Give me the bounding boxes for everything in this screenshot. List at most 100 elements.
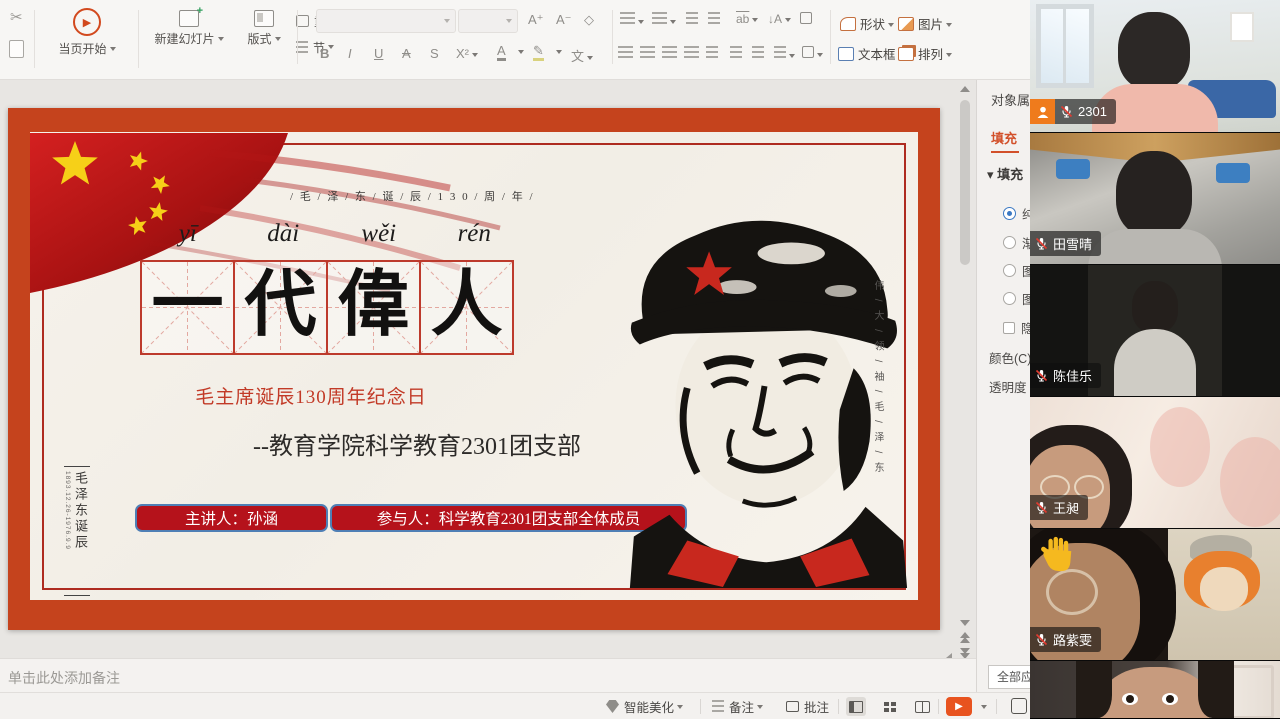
slide[interactable]: / 毛 / 泽 / 东 / 诞 / 辰 / 1 3 0 / 周 / 年 / yī… [8,108,940,630]
line-spacing-down-icon[interactable] [752,46,764,62]
layout-button[interactable]: 版式 [236,10,292,48]
font-color-button[interactable]: A [497,44,506,61]
smart-beautify-button[interactable]: 智能美化 [606,693,683,719]
italic-button[interactable]: I [348,46,352,61]
notes-icon [712,700,724,713]
picture-button[interactable]: 图片 [898,14,952,34]
notes-toggle-button[interactable]: 备注 [712,693,763,719]
align-right-icon[interactable] [662,46,677,62]
numbered-list-icon[interactable] [652,12,676,28]
scroll-up-icon[interactable] [960,86,970,92]
participant-face [1100,667,1210,718]
fill-tab[interactable]: 填充 [991,128,1017,147]
superscript-button[interactable]: X² [456,46,478,61]
slideshow-play-button[interactable]: ▶ [946,697,972,716]
grid-view-icon [884,702,896,712]
video-feed[interactable]: 王昶 [1030,397,1280,529]
right-vertical-caption: 伟 / 大 / 领 / 袖 / 毛 / 泽 / 东 [870,280,885,575]
slide-top-caption: / 毛 / 泽 / 东 / 诞 / 辰 / 1 3 0 / 周 / 年 / [290,188,580,204]
reading-view-button[interactable] [912,697,932,716]
decrease-indent-icon[interactable] [686,12,698,28]
pinyin-guide-button[interactable]: 文 [571,46,593,65]
increase-font-icon[interactable]: A⁺ [528,12,544,28]
pinyin-4: rén [427,220,523,260]
picture-icon [898,17,914,31]
mic-muted-icon [1060,105,1073,118]
participant-name: 路紫雯 [1053,630,1092,649]
video-feed[interactable]: 路紫雯 [1030,529,1280,661]
play-circle-icon: ▶ [73,8,101,36]
video-feed[interactable]: 田雪晴 [1030,133,1280,265]
character-grid-row: 一 代 偉 人 [140,260,522,355]
new-slide-icon: + [179,10,199,27]
video-feed[interactable] [1030,661,1280,718]
app-window: ✂ ▶ 当页开始 + 新建幻灯片 版式 重置 节 [0,0,1280,719]
distribute-icon[interactable] [802,46,823,61]
bullet-list-icon[interactable] [620,12,644,28]
mic-muted-icon [1035,237,1048,250]
notes-area[interactable]: 单击此处添加备注 [0,658,976,693]
color-label: 颜色(C) [989,348,1031,367]
font-name-select[interactable] [316,9,456,33]
bold-button[interactable]: B [320,46,329,61]
scroll-down-icon[interactable] [960,620,970,626]
fullscreen-button[interactable] [1011,698,1027,714]
comments-button[interactable]: 批注 [786,693,829,719]
align-left-icon[interactable] [618,46,633,62]
character-spacing-icon[interactable]: ab [736,12,758,26]
text-direction-icon[interactable]: ↓A [768,12,791,26]
play-from-current-button[interactable]: ▶ 当页开始 [40,8,134,58]
align-center-icon[interactable] [640,46,655,62]
vertical-scrollbar[interactable] [957,80,973,658]
cut-icon[interactable]: ✂ [10,10,23,25]
video-feed[interactable]: 2301 [1030,0,1280,133]
textbox-button[interactable]: 文本框 [838,44,905,64]
notes-placeholder[interactable]: 单击此处添加备注 [8,668,120,688]
shapes-button[interactable]: 形状 [840,14,894,34]
section-button[interactable]: 节 [296,34,338,60]
shadow-button[interactable]: S [430,46,439,61]
columns-icon[interactable] [706,46,718,62]
participant-head [1116,151,1192,237]
window-background [1036,4,1094,88]
transparency-label: 透明度 [989,377,1027,396]
grid-cell: 代 [233,260,328,355]
pinyin-1: yī [140,220,236,260]
new-slide-button[interactable]: + 新建幻灯片 [146,10,232,48]
increase-indent-icon[interactable] [708,12,720,28]
justify-icon[interactable] [684,46,699,62]
play-from-current-label: 当页开始 [58,42,106,56]
normal-view-button[interactable] [846,697,866,716]
layout-icon [254,10,274,27]
line-spacing-icon[interactable] [774,46,795,62]
participant-nametag: 王昶 [1030,495,1088,520]
fill-section-header[interactable]: ▾ 填充 [987,164,1023,183]
title-char-1: 一 [142,258,233,353]
slideshow-options-caret[interactable] [981,705,987,709]
participant-nametag: 陈佳乐 [1030,363,1101,388]
paste-icon[interactable] [9,40,24,58]
slide-canvas[interactable]: / 毛 / 泽 / 东 / 诞 / 辰 / 1 3 0 / 周 / 年 / yī… [0,80,976,658]
strikethrough-button[interactable]: A [402,46,411,61]
pinyin-2: dài [236,220,332,260]
person-icon [1035,104,1051,120]
video-feed[interactable]: 陈佳乐 [1030,265,1280,397]
book-view-icon [915,701,930,713]
font-color-caret[interactable] [518,50,524,54]
clear-format-icon[interactable]: ◇ [584,12,594,28]
participant-head [1118,12,1190,90]
comments-icon [786,701,799,712]
line-spacing-up-icon[interactable] [730,46,742,62]
font-size-select[interactable] [458,9,518,33]
paste-special-icon[interactable] [800,12,812,27]
highlight-button[interactable]: ✎ [533,44,544,61]
decrease-font-icon[interactable]: A⁻ [556,12,572,28]
title-grid-block: yī dài wěi rén 一 代 偉 [140,220,522,355]
scrollbar-thumb[interactable] [960,100,970,265]
video-conference-strip: 2301 田雪晴 陈佳乐 [1030,0,1280,719]
slide-subtitle: 毛主席诞辰130周年纪念日 [186,382,436,409]
underline-button[interactable]: U [374,46,383,61]
pinyin-3: wěi [331,220,427,260]
arrange-button[interactable]: 排列 [898,44,952,64]
slide-sorter-view-button[interactable] [880,697,900,716]
